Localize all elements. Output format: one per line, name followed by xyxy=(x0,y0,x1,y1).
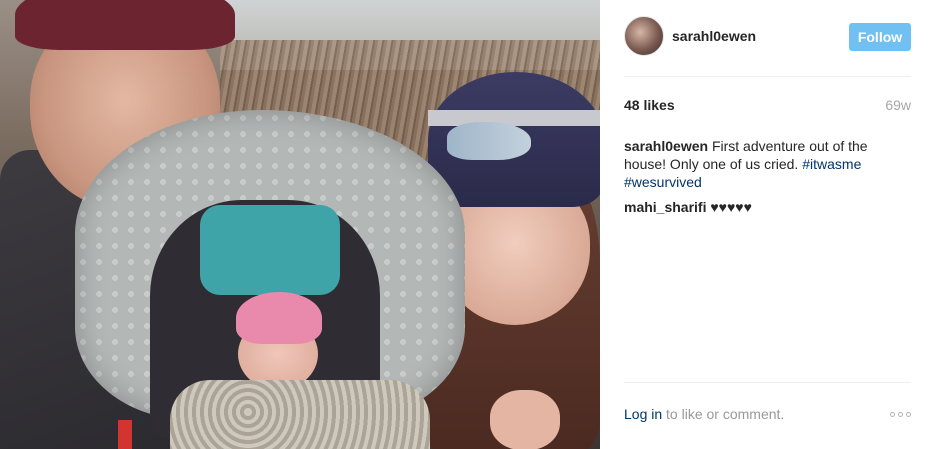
caption-username[interactable]: sarahl0ewen xyxy=(624,138,708,154)
header-divider xyxy=(624,76,911,77)
likes-count[interactable]: 48 likes xyxy=(624,97,675,113)
comment-text: ♥♥♥♥♥ xyxy=(706,199,752,215)
more-options-icon[interactable] xyxy=(890,408,911,421)
comment-item: mahi_sharifi ♥♥♥♥♥ xyxy=(624,198,911,216)
hashtag-link[interactable]: #wesurvived xyxy=(624,174,702,190)
more-dot xyxy=(890,411,895,417)
follow-button[interactable]: Follow xyxy=(849,23,911,51)
post-caption: sarahl0ewen First adventure out of the h… xyxy=(624,137,911,191)
more-dot xyxy=(898,411,903,417)
photo-man-hat xyxy=(15,0,235,50)
likes-row: 48 likes 69w xyxy=(624,97,911,113)
photo-hat-stripe xyxy=(428,110,600,126)
login-row: Log in to like or comment. xyxy=(624,406,911,422)
post-age[interactable]: 69w xyxy=(885,97,911,113)
footer-divider xyxy=(624,382,911,383)
login-link[interactable]: Log in xyxy=(624,406,662,422)
photo-woman-hand xyxy=(490,390,560,449)
post-sidebar: sarahl0ewen Follow 48 likes 69w sarahl0e… xyxy=(600,0,935,449)
photo-seat-handle xyxy=(118,420,132,449)
photo-blanket xyxy=(170,380,430,449)
more-dot xyxy=(906,411,911,417)
photo-car-seat-lining xyxy=(200,205,340,295)
hashtag-link[interactable]: #itwasme xyxy=(802,156,861,172)
avatar-icon[interactable] xyxy=(624,16,664,56)
comment-username[interactable]: mahi_sharifi xyxy=(624,199,706,215)
photo-hat-logo xyxy=(447,122,531,160)
author-username[interactable]: sarahl0ewen xyxy=(672,28,756,44)
photo-baby-hat xyxy=(236,292,322,344)
post-header: sarahl0ewen Follow xyxy=(624,16,911,56)
post-container: sarahl0ewen Follow 48 likes 69w sarahl0e… xyxy=(0,0,935,449)
post-photo[interactable] xyxy=(0,0,600,449)
login-prompt-text: to like or comment. xyxy=(662,406,785,422)
login-prompt: Log in to like or comment. xyxy=(624,406,784,422)
